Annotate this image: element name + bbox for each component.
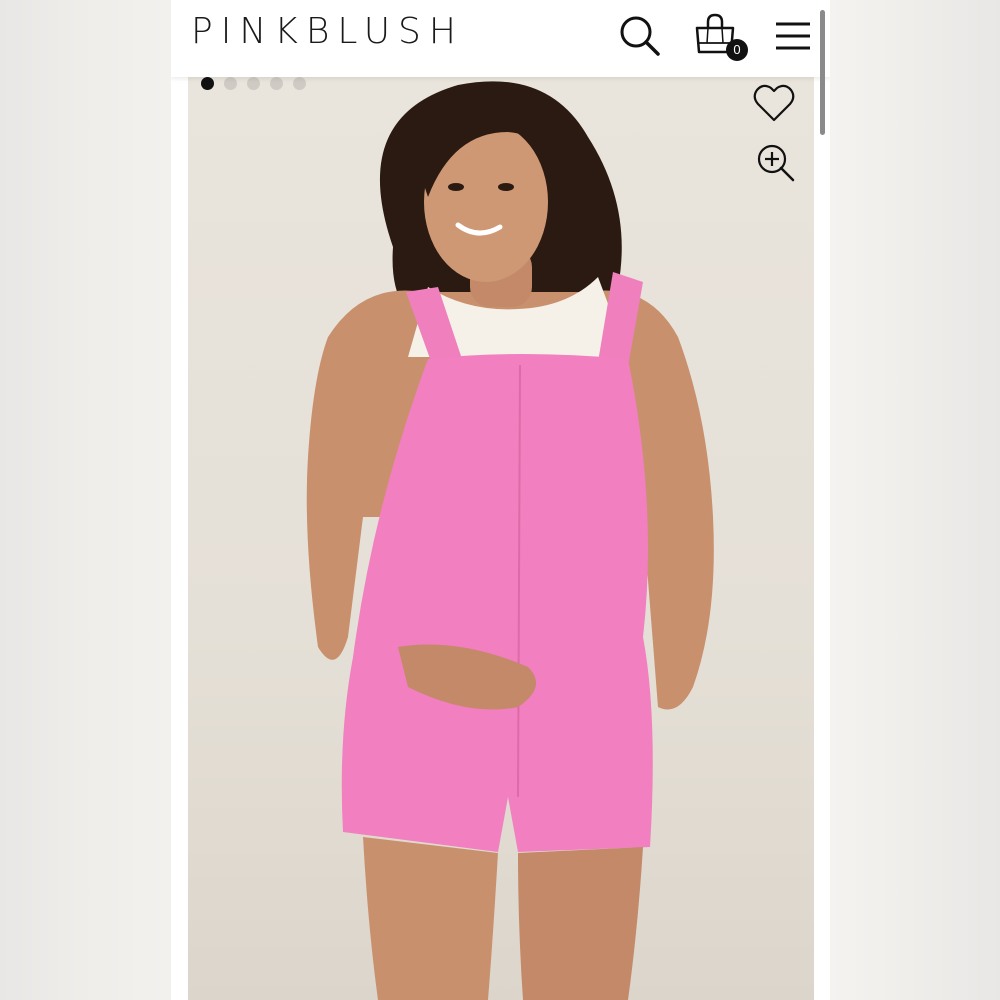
hamburger-menu-icon bbox=[776, 22, 810, 50]
model-illustration bbox=[306, 81, 714, 1000]
heart-icon bbox=[753, 84, 795, 122]
menu-button[interactable] bbox=[769, 12, 817, 60]
brand-logo[interactable]: PINKBLUSH bbox=[191, 12, 464, 52]
pagination-dot[interactable] bbox=[201, 77, 214, 90]
zoom-in-icon bbox=[757, 144, 795, 182]
wishlist-button[interactable] bbox=[751, 80, 797, 126]
left-eye bbox=[448, 183, 464, 191]
right-leg bbox=[518, 847, 643, 1000]
zoom-button[interactable] bbox=[755, 142, 797, 184]
pagination-dot[interactable] bbox=[293, 77, 306, 90]
product-page: PINKBLUSH 0 bbox=[171, 0, 830, 1000]
pagination-dot[interactable] bbox=[270, 77, 283, 90]
cart-count-badge: 0 bbox=[726, 39, 748, 61]
right-eye bbox=[498, 183, 514, 191]
site-header: PINKBLUSH 0 bbox=[171, 0, 830, 77]
search-button[interactable] bbox=[616, 12, 664, 60]
scrollbar[interactable] bbox=[820, 10, 825, 135]
pagination-dot[interactable] bbox=[247, 77, 260, 90]
left-leg bbox=[363, 837, 498, 1000]
pagination-dot[interactable] bbox=[224, 77, 237, 90]
search-icon bbox=[620, 16, 660, 56]
product-photo[interactable] bbox=[188, 77, 814, 1000]
gallery-pagination bbox=[201, 77, 306, 90]
